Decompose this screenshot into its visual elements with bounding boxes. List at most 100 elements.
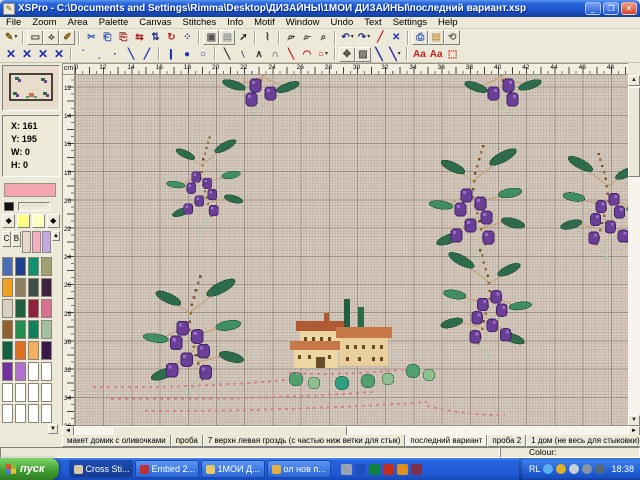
circle-tool-button[interactable]: ○▾ <box>315 47 331 62</box>
menu-area[interactable]: Area <box>68 17 88 28</box>
palette-swatch[interactable] <box>28 320 39 339</box>
pattern-symbol-field[interactable]: ········ <box>18 202 50 211</box>
highlight-color-alt[interactable] <box>32 214 45 228</box>
undo-button[interactable]: ↶▾ <box>339 30 355 45</box>
text-tool-button[interactable]: Aa <box>411 47 428 62</box>
freehand-select-button[interactable]: ✐ <box>59 30 75 45</box>
delete-stitch-button[interactable]: ✕ <box>388 30 404 45</box>
menu-canvas[interactable]: Canvas <box>139 17 171 28</box>
task-button-4[interactable]: ол нов п... <box>267 460 331 478</box>
half-stitch-back-button[interactable]: ╲ <box>123 47 139 62</box>
pencil-tool-button[interactable]: ✎▾ <box>3 30 19 45</box>
menu-help[interactable]: Help <box>438 17 458 28</box>
excel-icon[interactable] <box>369 464 380 475</box>
language-indicator[interactable]: RL <box>529 464 541 474</box>
menu-text[interactable]: Text <box>364 17 381 28</box>
circle-tool-dropdown-icon[interactable]: ▾ <box>325 48 328 61</box>
redo-button[interactable]: ↷▾ <box>356 30 372 45</box>
half-cross-back-button[interactable]: ✕ <box>19 47 35 62</box>
palette-swatch[interactable] <box>2 404 13 423</box>
menu-undo[interactable]: Undo <box>331 17 354 28</box>
start-button[interactable]: пуск <box>0 458 59 480</box>
volume-icon[interactable] <box>543 464 553 474</box>
petite-stitch-button[interactable]: · <box>107 47 123 62</box>
mirror-horizontal-button[interactable]: ⇆ <box>131 30 147 45</box>
thick-backstitch-button[interactable]: ╲ <box>371 47 387 62</box>
palette-swatch[interactable] <box>15 320 26 339</box>
new-sheet-button[interactable]: ▤ <box>428 30 444 45</box>
palette-swatch[interactable] <box>28 257 39 276</box>
backstitch-angle-button[interactable]: ∧ <box>251 47 267 62</box>
palette-swatch[interactable] <box>2 299 13 318</box>
menu-settings[interactable]: Settings <box>393 17 427 28</box>
thick-backstitch-style-dropdown-icon[interactable]: ▾ <box>398 48 401 61</box>
print-sheet-button[interactable]: ▤ <box>219 30 235 45</box>
calculator-icon[interactable] <box>341 464 352 475</box>
palette-swatch[interactable] <box>2 257 13 276</box>
task-button-1[interactable]: Cross Sti... <box>69 460 133 478</box>
title-bar[interactable]: ✎ XSPro - C:\Documents and Settings\Rimm… <box>0 0 640 17</box>
minimize-button[interactable]: _ <box>585 2 601 15</box>
backstitch-button[interactable]: ╲ <box>219 47 235 62</box>
scroll-up-button[interactable]: ▲ <box>628 75 640 86</box>
update-icon[interactable] <box>595 464 605 474</box>
palette-swatch[interactable] <box>2 278 13 297</box>
black-color-chip[interactable] <box>4 202 14 211</box>
palette-swatch[interactable] <box>15 299 26 318</box>
restore-button[interactable]: ❐ <box>603 2 619 15</box>
menu-stitches[interactable]: Stitches <box>182 17 216 28</box>
backstitch-short-button[interactable]: ﹨ <box>235 47 251 62</box>
menu-info[interactable]: Info <box>227 17 243 28</box>
palette-swatch[interactable] <box>15 278 26 297</box>
palette-swatch[interactable] <box>41 320 52 339</box>
palette-swatch[interactable] <box>41 299 52 318</box>
cut-button[interactable]: ✂ <box>83 30 99 45</box>
quarter-stitch-tl-button[interactable]: ˋ <box>75 47 91 62</box>
palette-scroll-down[interactable]: ▼ <box>48 424 58 434</box>
line-tool-button[interactable]: ╱ <box>372 30 388 45</box>
vertical-scrollbar[interactable]: ▲ ▼ <box>628 75 640 426</box>
sheet-tab-3[interactable]: 7 верхн левая гроздь (с частью ниж ветки… <box>203 435 406 447</box>
network-icon[interactable] <box>569 464 579 474</box>
bead-button[interactable]: ○ <box>195 47 211 62</box>
backstitch-red-button[interactable]: ╲ <box>283 47 299 62</box>
sheet-tab-6[interactable]: 1 дом (не весь для стыковки) <box>526 435 640 447</box>
copy-button[interactable]: ⎘ <box>115 30 131 45</box>
palette-swatch[interactable] <box>2 383 13 402</box>
palette-swatch[interactable] <box>41 278 52 297</box>
media-icon[interactable] <box>411 464 422 475</box>
menu-window[interactable]: Window <box>286 17 320 28</box>
messenger-icon[interactable] <box>397 464 408 475</box>
text-tool-small-button[interactable]: Aa <box>428 47 445 62</box>
palette-swatch[interactable] <box>15 341 26 360</box>
palette-swatch[interactable] <box>41 362 52 381</box>
palette-swatch[interactable] <box>15 383 26 402</box>
running-stitch-button[interactable]: ⌇ <box>259 30 275 45</box>
palette-swatch[interactable] <box>41 383 52 402</box>
recent-color-2[interactable] <box>32 231 41 253</box>
stitch-canvas[interactable] <box>75 75 628 426</box>
palette-swatch[interactable] <box>41 341 52 360</box>
word-icon[interactable] <box>355 464 366 475</box>
palette-swatch[interactable] <box>15 404 26 423</box>
pattern-preview[interactable] <box>2 65 60 111</box>
palette-swatch[interactable] <box>15 257 26 276</box>
vertical-stitch-button[interactable]: ❙ <box>163 47 179 62</box>
pencil-tool-dropdown-icon[interactable]: ▾ <box>14 31 17 44</box>
sheet-tab-5[interactable]: проба 2 <box>487 435 526 447</box>
hatch-fill-button[interactable]: ▨ <box>355 47 371 62</box>
antivirus-icon[interactable] <box>556 464 566 474</box>
zoom-out-button[interactable]: ⌕− <box>299 30 315 45</box>
palette-swatch[interactable] <box>28 278 39 297</box>
sheet-tab-1[interactable]: макет домик с оливочками <box>62 435 171 447</box>
current-color-swatch[interactable] <box>4 183 56 197</box>
export-image-button[interactable]: ⎙ <box>412 30 428 45</box>
french-knot-button[interactable]: ● <box>179 47 195 62</box>
recent-color-1[interactable] <box>22 231 31 253</box>
undo-dropdown-icon[interactable]: ▾ <box>351 31 354 44</box>
menu-zoom[interactable]: Zoom <box>32 17 56 28</box>
highlight-color-selected[interactable] <box>17 214 30 228</box>
menu-palette[interactable]: Palette <box>99 17 129 28</box>
backstitch-arc-button[interactable]: ∩ <box>267 47 283 62</box>
half-stitch-forward-button[interactable]: ╱ <box>139 47 155 62</box>
